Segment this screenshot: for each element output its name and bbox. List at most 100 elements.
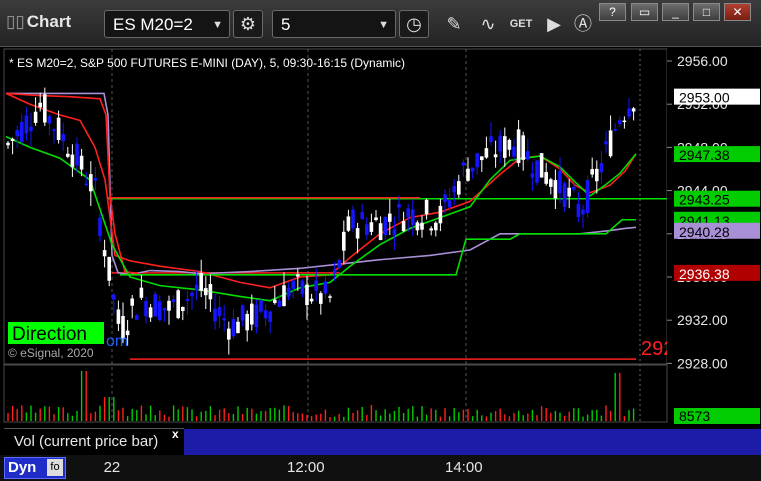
time-label: 14:00 [445,459,483,476]
interval-input[interactable]: 5 ▼ [272,10,396,38]
volume-label-text: Vol (current price bar) [14,433,159,450]
studies-icon[interactable]: ∿ [473,10,503,38]
candle-body [411,209,415,226]
candle-body [627,108,631,117]
candle-body [539,153,544,178]
candle-body [452,186,456,193]
candle-body [208,283,213,300]
play-icon[interactable]: ▶ [540,10,568,38]
candle-body [328,296,332,298]
candle-body [300,280,305,295]
candle-body [61,134,65,142]
copyright: © eSignal, 2020 [8,346,94,360]
candle-body [245,313,249,331]
candle-body [204,288,208,296]
drag-grip-icon[interactable]: ▯▯ [6,12,25,31]
chevron-down-icon[interactable]: ▼ [212,11,223,39]
candle-body [401,221,406,232]
maximize-icon[interactable]: □ [693,3,720,21]
candle-body [185,298,190,302]
clock-icon[interactable]: ◷ [399,10,429,38]
candle-body [162,308,167,311]
window-title[interactable]: ▯▯ Chart [6,12,71,32]
candle-body [461,162,466,166]
chart-area[interactable]: * ES M20=2, S&P 500 FUTURES E-MINI (DAY)… [0,46,761,455]
candle-body [581,209,585,215]
candle-body [388,213,392,222]
fx-icon[interactable]: fo [47,459,63,476]
candle-body [355,228,360,239]
candle-body [79,155,84,170]
candle-body [360,212,364,220]
candle-body [415,222,420,231]
candle-body [250,303,254,325]
candle-body [305,284,309,306]
close-icon[interactable]: x [172,427,179,441]
candle-body [56,117,61,141]
candle-body [420,222,424,230]
link-icon[interactable]: ? [599,3,626,21]
candle-body [613,129,617,131]
candle-body [351,209,355,229]
candle-body [135,315,139,320]
candle-body [148,307,153,318]
candle-body [158,301,162,321]
candle-body [116,309,121,324]
candle-body [397,204,401,208]
candle-body [167,300,171,311]
volume-pane-label[interactable]: Vol (current price bar) x [4,427,184,456]
candle-body [20,121,24,142]
candle-body [66,153,70,157]
candle-body [622,120,627,123]
gear-icon[interactable]: ⚙ [233,10,263,38]
candle-body [378,223,383,241]
candle-body [24,115,29,134]
toolbar: ▯▯ Chart ES M20=2 ▼ ⚙ 5 ▼ ◷ ✎ ∿ GET ▶ Ⓐ ? ▭… [0,0,761,47]
symbol-input[interactable]: ES M20=2 ▼ [104,10,230,38]
candle-body [139,287,144,298]
chevron-down-icon[interactable]: ▼ [378,11,389,39]
candle-body [263,310,268,319]
price-tag-label: 2940.28 [679,224,730,240]
candle-body [406,208,410,218]
candle-body [484,148,489,158]
candle-body [10,138,15,141]
candle-body [213,308,217,322]
time-axis: Dyn fo 22 12:00 14:00 [0,455,761,481]
candle-body [323,281,328,294]
candle-body [507,139,512,150]
candle-body [222,318,226,321]
price-tick-label: 2928.00 [677,355,728,371]
get-data-icon[interactable]: GET [506,10,536,38]
candle-body [309,298,314,302]
vwap-line [6,92,637,276]
restore-icon[interactable]: ▭ [631,3,658,21]
pencil-icon[interactable]: ✎ [440,10,468,38]
volume-pane-border [3,364,668,423]
candle-body [424,199,429,215]
candle-body [52,129,56,131]
candle-body [47,116,52,124]
symbol-value: ES M20=2 [113,15,193,34]
candle-body [342,231,346,251]
candle-body [236,321,240,334]
close-icon[interactable]: ✕ [724,3,751,21]
candle-body [254,304,259,328]
candle-body [549,179,553,187]
candle-body [98,217,102,237]
candle-body [572,187,576,190]
volume-tag-label: 8573 [679,408,710,424]
chart-header: * ES M20=2, S&P 500 FUTURES E-MINI (DAY)… [9,56,405,70]
candle-body [512,146,516,157]
candle-body [585,180,590,214]
dyn-button[interactable]: Dyn fo [4,457,66,479]
candle-body [475,153,479,168]
candle-body [112,294,116,300]
price-tick-label: 2956.00 [677,53,728,69]
alert-icon[interactable]: Ⓐ [570,10,596,38]
candle-body [383,216,387,235]
candle-body [231,318,236,337]
minimize-icon[interactable]: _ [662,3,689,21]
direction-label: Direction [12,324,87,345]
candle-body [282,285,286,307]
